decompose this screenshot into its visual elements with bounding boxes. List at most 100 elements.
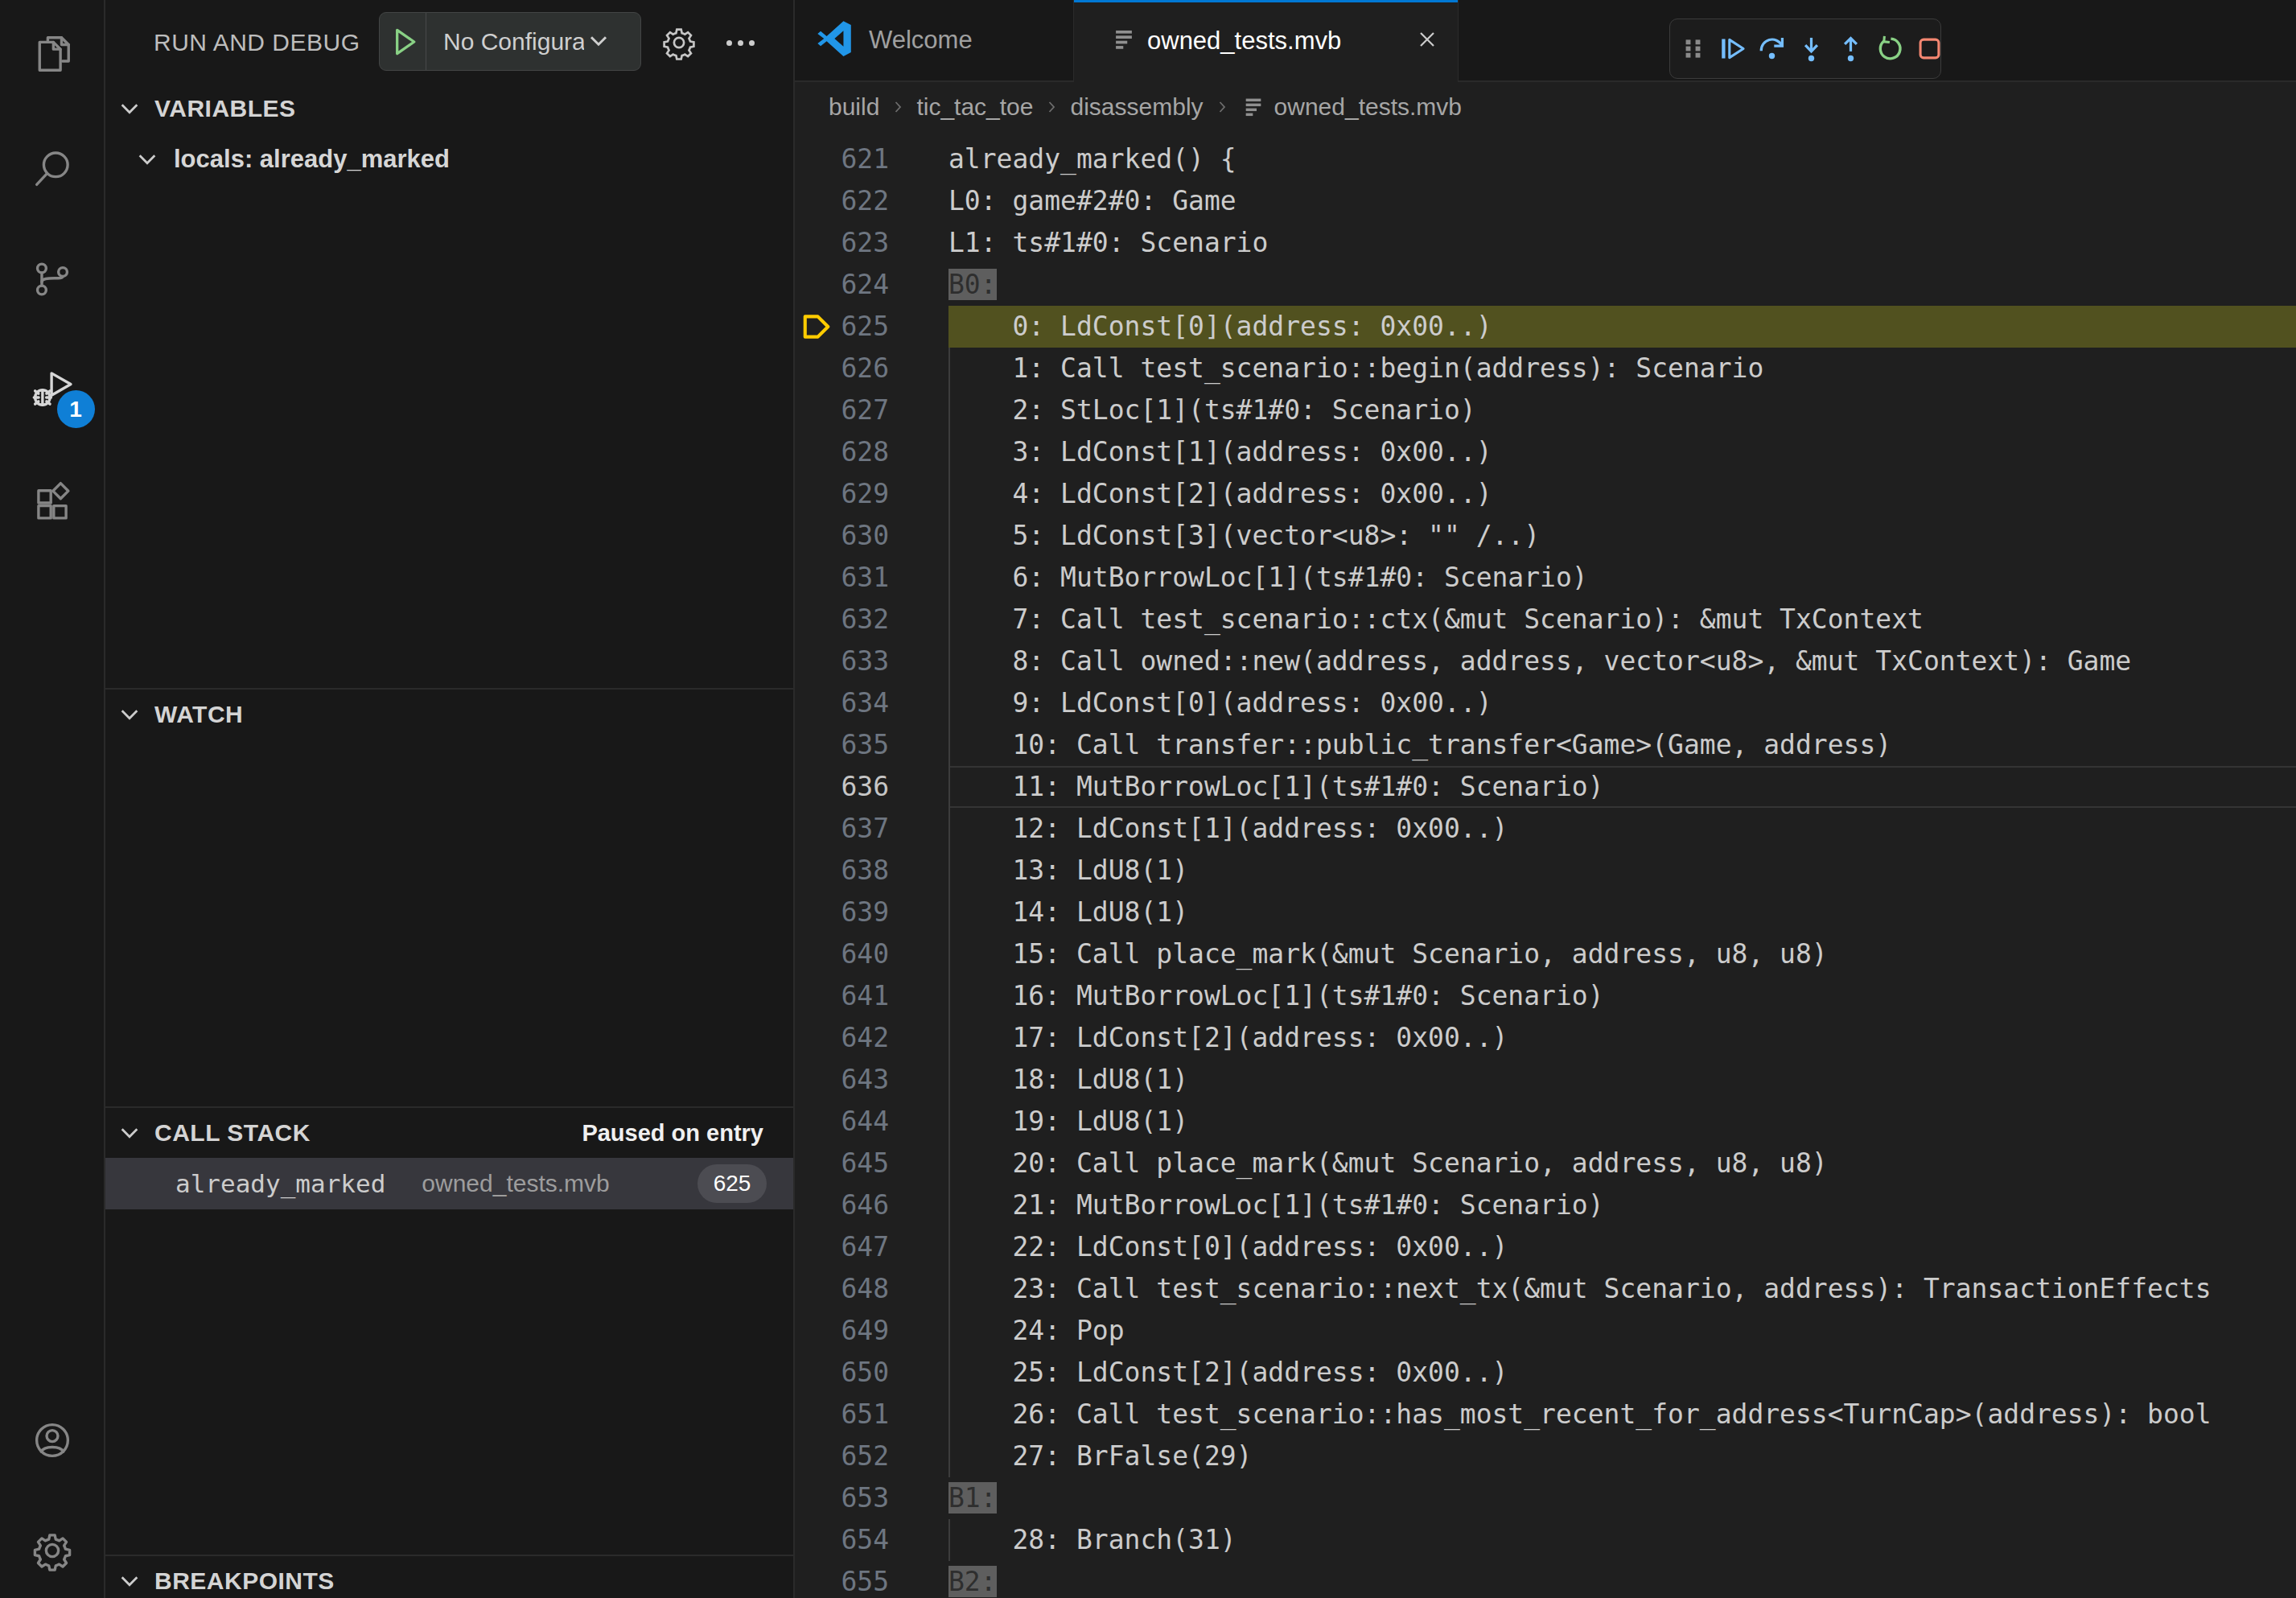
gutter[interactable]: 645 [795, 1143, 948, 1184]
code-line[interactable]: 650 25: LdConst[2](address: 0x00..) [795, 1352, 2296, 1394]
line-content[interactable]: B2: [948, 1561, 2296, 1598]
code-line[interactable]: 647 22: LdConst[0](address: 0x00..) [795, 1226, 2296, 1268]
line-content[interactable]: 11: MutBorrowLoc[1](ts#1#0: Scenario) [948, 766, 2296, 808]
code-line[interactable]: 626 1: Call test_scenario::begin(address… [795, 348, 2296, 389]
line-content[interactable]: 21: MutBorrowLoc[1](ts#1#0: Scenario) [948, 1184, 2296, 1226]
gutter[interactable]: 631 [795, 557, 948, 599]
breadcrumb-item[interactable]: disassembly [1070, 93, 1203, 121]
locals-scope-row[interactable]: locals: already_marked [105, 134, 793, 184]
gutter[interactable]: 637 [795, 808, 948, 850]
section-call-stack[interactable]: CALL STACK Paused on entry [105, 1108, 793, 1158]
close-icon[interactable] [1414, 27, 1440, 56]
gutter[interactable]: 632 [795, 599, 948, 640]
line-content[interactable]: 2: StLoc[1](ts#1#0: Scenario) [948, 389, 2296, 431]
run-and-debug-icon[interactable]: 1 [31, 369, 74, 412]
code-line[interactable]: 638 13: LdU8(1) [795, 850, 2296, 892]
code-line[interactable]: 636 11: MutBorrowLoc[1](ts#1#0: Scenario… [795, 766, 2296, 808]
code-line[interactable]: 623L1: ts#1#0: Scenario [795, 222, 2296, 264]
gutter[interactable]: 650 [795, 1352, 948, 1394]
line-content[interactable]: 17: LdConst[2](address: 0x00..) [948, 1017, 2296, 1059]
gutter[interactable]: 649 [795, 1310, 948, 1352]
line-content[interactable]: 24: Pop [948, 1310, 2296, 1352]
code-line[interactable]: 639 14: LdU8(1) [795, 892, 2296, 933]
line-content[interactable]: 20: Call place_mark(&mut Scenario, addre… [948, 1143, 2296, 1184]
gutter[interactable]: 634 [795, 682, 948, 724]
line-content[interactable]: 19: LdU8(1) [948, 1101, 2296, 1143]
gutter[interactable]: 642 [795, 1017, 948, 1059]
code-line[interactable]: 635 10: Call transfer::public_transfer<G… [795, 724, 2296, 766]
line-content[interactable]: 5: LdConst[3](vector<u8>: "" /..) [948, 515, 2296, 557]
line-content[interactable]: 23: Call test_scenario::next_tx(&mut Sce… [948, 1268, 2296, 1310]
drag-grip-icon[interactable] [1678, 34, 1708, 64]
line-content[interactable]: L0: game#2#0: Game [948, 180, 2296, 222]
gutter[interactable]: 643 [795, 1059, 948, 1101]
code-line[interactable]: 640 15: Call place_mark(&mut Scenario, a… [795, 933, 2296, 975]
config-label[interactable]: No Configura [426, 28, 584, 56]
gutter[interactable]: 638 [795, 850, 948, 892]
line-content[interactable]: 15: Call place_mark(&mut Scenario, addre… [948, 933, 2296, 975]
line-content[interactable]: 25: LdConst[2](address: 0x00..) [948, 1352, 2296, 1394]
breadcrumb-item[interactable]: tic_tac_toe [916, 93, 1033, 121]
code-line[interactable]: 641 16: MutBorrowLoc[1](ts#1#0: Scenario… [795, 975, 2296, 1017]
code-line[interactable]: 642 17: LdConst[2](address: 0x00..) [795, 1017, 2296, 1059]
line-content[interactable]: 10: Call transfer::public_transfer<Game>… [948, 724, 2296, 766]
continue-icon[interactable] [1718, 34, 1747, 64]
extensions-icon[interactable] [31, 481, 74, 525]
line-content[interactable]: 9: LdConst[0](address: 0x00..) [948, 682, 2296, 724]
gutter[interactable]: 630 [795, 515, 948, 557]
gutter[interactable]: 624 [795, 264, 948, 306]
gutter[interactable]: 646 [795, 1184, 948, 1226]
settings-gear-icon[interactable] [31, 1529, 74, 1572]
gutter[interactable]: 626 [795, 348, 948, 389]
line-content[interactable]: 18: LdU8(1) [948, 1059, 2296, 1101]
stop-icon[interactable] [1915, 34, 1944, 64]
stack-frame-row[interactable]: already_marked owned_tests.mvb 625 [105, 1158, 793, 1209]
account-icon[interactable] [31, 1419, 74, 1462]
code-line[interactable]: 624B0: [795, 264, 2296, 306]
gutter[interactable]: 621 [795, 138, 948, 180]
gutter[interactable]: 652 [795, 1435, 948, 1477]
breadcrumb-item[interactable]: build [829, 93, 879, 121]
debug-config-dropdown[interactable]: No Configura [379, 12, 641, 71]
line-content[interactable]: 28: Branch(31) [948, 1519, 2296, 1561]
source-control-icon[interactable] [31, 257, 74, 301]
tab-welcome[interactable]: Welcome [795, 0, 1074, 80]
gutter[interactable]: 635 [795, 724, 948, 766]
code-line[interactable]: 643 18: LdU8(1) [795, 1059, 2296, 1101]
line-content[interactable]: 12: LdConst[1](address: 0x00..) [948, 808, 2296, 850]
line-content[interactable]: L1: ts#1#0: Scenario [948, 222, 2296, 264]
line-content[interactable]: 27: BrFalse(29) [948, 1435, 2296, 1477]
gutter[interactable]: 628 [795, 431, 948, 473]
code-line[interactable]: 654 28: Branch(31) [795, 1519, 2296, 1561]
line-content[interactable]: 16: MutBorrowLoc[1](ts#1#0: Scenario) [948, 975, 2296, 1017]
line-content[interactable]: 22: LdConst[0](address: 0x00..) [948, 1226, 2296, 1268]
tab-owned-tests[interactable]: owned_tests.mvb [1074, 0, 1459, 82]
line-content[interactable]: B1: [948, 1477, 2296, 1519]
code-line[interactable]: 648 23: Call test_scenario::next_tx(&mut… [795, 1268, 2296, 1310]
gutter[interactable]: 648 [795, 1268, 948, 1310]
line-content[interactable]: 4: LdConst[2](address: 0x00..) [948, 473, 2296, 515]
search-icon[interactable] [31, 147, 74, 191]
code-line[interactable]: 655B2: [795, 1561, 2296, 1598]
gutter[interactable]: 644 [795, 1101, 948, 1143]
code-line[interactable]: 645 20: Call place_mark(&mut Scenario, a… [795, 1143, 2296, 1184]
code-line[interactable]: 637 12: LdConst[1](address: 0x00..) [795, 808, 2296, 850]
code-line[interactable]: 634 9: LdConst[0](address: 0x00..) [795, 682, 2296, 724]
step-into-icon[interactable] [1796, 34, 1826, 64]
gutter[interactable]: 655 [795, 1561, 948, 1598]
code-line[interactable]: 622L0: game#2#0: Game [795, 180, 2296, 222]
code-line[interactable]: 621already_marked() { [795, 138, 2296, 180]
step-over-icon[interactable] [1757, 34, 1787, 64]
gutter[interactable]: 654 [795, 1519, 948, 1561]
gutter[interactable]: 623 [795, 222, 948, 264]
code-line[interactable]: 631 6: MutBorrowLoc[1](ts#1#0: Scenario) [795, 557, 2296, 599]
gutter[interactable]: 625 [795, 306, 948, 348]
chevron-down-icon[interactable] [584, 26, 613, 58]
line-content[interactable]: 14: LdU8(1) [948, 892, 2296, 933]
code-line[interactable]: 632 7: Call test_scenario::ctx(&mut Scen… [795, 599, 2296, 640]
step-out-icon[interactable] [1836, 34, 1866, 64]
more-actions-icon[interactable] [722, 24, 759, 61]
line-content[interactable]: already_marked() { [948, 138, 2296, 180]
line-content[interactable]: 7: Call test_scenario::ctx(&mut Scenario… [948, 599, 2296, 640]
code-line[interactable]: 629 4: LdConst[2](address: 0x00..) [795, 473, 2296, 515]
